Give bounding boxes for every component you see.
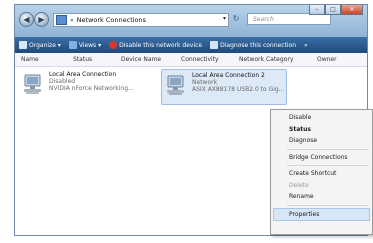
menu-item-bridge-connections[interactable]: Bridge Connections: [271, 152, 372, 164]
column-status[interactable]: Status: [73, 56, 92, 63]
forward-button[interactable]: ▶: [34, 12, 49, 27]
column-network-category[interactable]: Network Category: [239, 56, 293, 63]
disable-device-label: Disable this network device: [119, 41, 203, 49]
maximize-button[interactable]: □: [325, 5, 341, 15]
diagnose-button[interactable]: Diagnose this connection: [210, 41, 296, 49]
connection-text: Local Area Connection Disabled NVIDIA nF…: [49, 71, 134, 92]
overflow-chevron-icon: »: [304, 41, 308, 49]
connection-status: Disabled: [49, 78, 76, 85]
network-adapter-icon: [24, 74, 41, 94]
disable-icon: [109, 41, 118, 49]
command-toolbar: Organize ▾ Views ▾ Disable this network …: [15, 37, 367, 53]
close-button[interactable]: ✕: [341, 5, 363, 15]
address-dropdown-icon[interactable]: ▾: [223, 15, 226, 22]
menu-separator: [287, 148, 369, 150]
connection-status: Network: [192, 79, 218, 86]
connection-text: Local Area Connection 2 Network ASIX AX8…: [192, 72, 284, 93]
address-separator: «: [70, 16, 74, 24]
connection-name: Local Area Connection 2: [192, 72, 265, 79]
menu-item-create-shortcut[interactable]: Create Shortcut: [271, 168, 372, 180]
menu-separator: [287, 165, 369, 166]
back-button[interactable]: ◀: [19, 12, 34, 27]
minimize-button[interactable]: –: [309, 5, 325, 15]
menu-item-diagnose[interactable]: Diagnose: [271, 135, 372, 147]
address-text: Network Connections: [76, 16, 147, 24]
views-icon: [68, 41, 77, 49]
organize-label: Organize ▾: [29, 41, 61, 49]
network-folder-icon: [56, 15, 67, 25]
context-menu: Disable Status Diagnose Bridge Connectio…: [270, 109, 373, 235]
disable-device-button[interactable]: Disable this network device: [109, 41, 202, 49]
title-bar: ◀ ▶ « Network Connections ▾ ↻ Search – □…: [15, 5, 367, 37]
menu-item-status[interactable]: Status: [271, 124, 372, 136]
menu-item-properties[interactable]: Properties: [273, 207, 370, 221]
window-controls: – □ ✕: [309, 5, 363, 15]
refresh-button[interactable]: ↻: [230, 13, 242, 25]
column-device-name[interactable]: Device Name: [121, 56, 161, 63]
connection-item-selected[interactable]: Local Area Connection 2 Network ASIX AX8…: [161, 69, 287, 105]
views-label: Views ▾: [78, 41, 102, 49]
network-adapter-icon: [167, 75, 184, 95]
menu-item-delete: Delete: [289, 181, 309, 189]
diagnose-label: Diagnose this connection: [220, 41, 297, 49]
toolbar-overflow-button[interactable]: »: [304, 42, 308, 49]
organize-icon: [19, 41, 27, 49]
column-owner[interactable]: Owner: [317, 56, 337, 63]
connection-device: NVIDIA nForce Networking...: [49, 85, 134, 92]
menu-item-rename[interactable]: Rename: [271, 191, 372, 203]
menu-separator: [287, 204, 369, 206]
menu-item-disable[interactable]: Disable: [271, 112, 372, 124]
column-connectivity[interactable]: Connectivity: [181, 56, 219, 63]
organize-button[interactable]: Organize ▾: [19, 41, 61, 49]
views-button[interactable]: Views ▾: [68, 41, 102, 49]
diagnose-icon: [210, 41, 219, 49]
column-header: Name Status Device Name Connectivity Net…: [15, 53, 367, 67]
column-name[interactable]: Name: [21, 56, 39, 63]
address-bar[interactable]: « Network Connections ▾: [53, 13, 229, 27]
connection-name: Local Area Connection: [49, 71, 117, 78]
connection-device: ASIX AX88178 USB2.0 to Gig...: [192, 86, 285, 93]
connection-item[interactable]: Local Area Connection Disabled NVIDIA nF…: [19, 69, 143, 103]
